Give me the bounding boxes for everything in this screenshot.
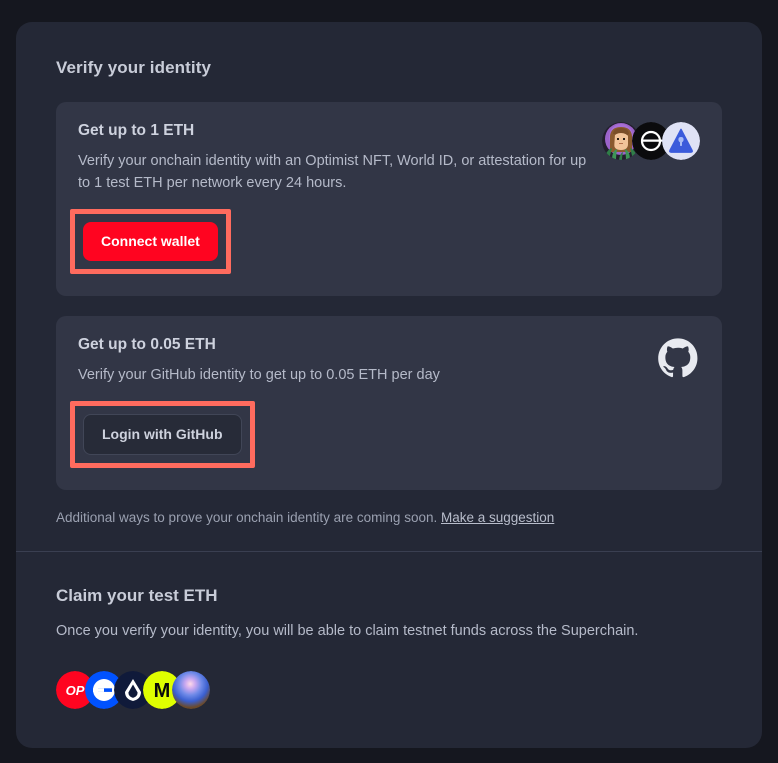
coming-soon-text: Additional ways to prove your onchain id… <box>56 510 438 526</box>
login-with-github-highlight: Login with GitHub <box>70 400 255 469</box>
verify-identity-section: Verify your identity Get up to 1 ETH Ver… <box>16 22 762 551</box>
option-card-github-title: Get up to 0.05 ETH <box>78 336 216 354</box>
svg-text:M: M <box>154 680 171 702</box>
supported-chains-row: OP M <box>56 671 722 710</box>
app-root: Verify your identity Get up to 1 ETH Ver… <box>0 0 778 763</box>
eas-attestation-icon <box>662 122 700 160</box>
make-a-suggestion-link[interactable]: Make a suggestion <box>441 510 554 525</box>
svg-text:OP: OP <box>66 683 85 698</box>
connect-wallet-button[interactable]: Connect wallet <box>83 221 218 262</box>
login-with-github-button[interactable]: Login with GitHub <box>83 413 242 456</box>
option-card-onchain: Get up to 1 ETH Verify your onchain iden… <box>56 102 722 297</box>
faucet-panel: Verify your identity Get up to 1 ETH Ver… <box>16 22 762 748</box>
option-card-github: Get up to 0.05 ETH Verify your GitHub id… <box>56 316 722 491</box>
onchain-identity-icon-group <box>602 122 700 160</box>
verify-section-title: Verify your identity <box>56 58 212 77</box>
github-icon-group <box>656 336 700 380</box>
claim-section-description: Once you verify your identity, you will … <box>56 623 639 640</box>
claim-section-title: Claim your test ETH <box>56 586 218 606</box>
connect-wallet-highlight: Connect wallet <box>70 208 231 275</box>
option-card-onchain-description: Verify your onchain identity with an Opt… <box>78 153 587 192</box>
github-icon <box>656 336 700 380</box>
claim-test-eth-section: Claim your test ETH Once you verify your… <box>16 552 762 710</box>
option-card-github-description: Verify your GitHub identity to get up to… <box>78 367 440 384</box>
zora-chain-icon <box>172 671 210 710</box>
coming-soon-footnote: Additional ways to prove your onchain id… <box>56 510 722 525</box>
